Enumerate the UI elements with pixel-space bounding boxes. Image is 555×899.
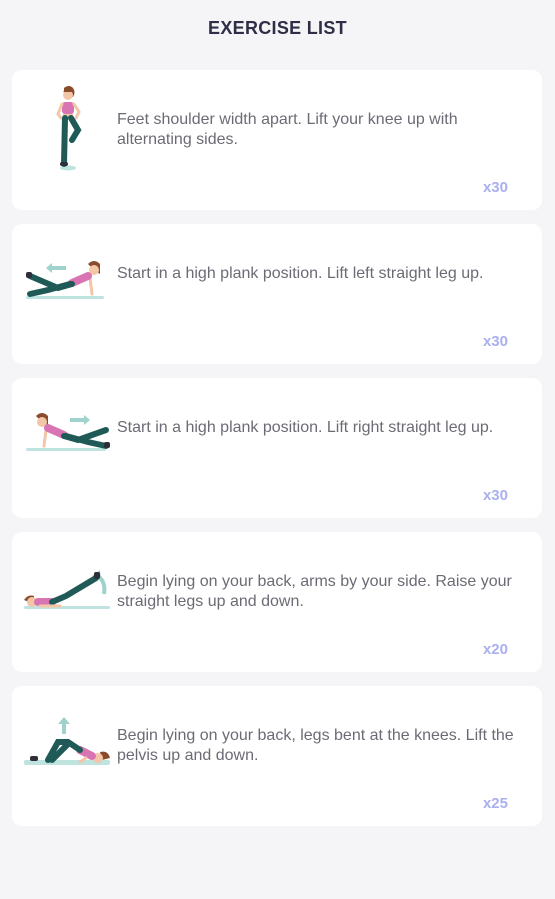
exercise-description: Start in a high plank position. Lift lef… xyxy=(117,265,484,282)
page-header: EXERCISE LIST xyxy=(0,0,555,56)
exercise-card[interactable]: Begin lying on your back, legs bent at t… xyxy=(12,686,542,826)
exercise-card[interactable]: Feet shoulder width apart. Lift your kne… xyxy=(12,70,542,210)
plank-left-leg-icon xyxy=(22,238,114,330)
exercise-list: Feet shoulder width apart. Lift your kne… xyxy=(0,70,555,826)
exercise-reps: x20 xyxy=(482,641,508,658)
exercise-card[interactable]: Begin lying on your back, arms by your s… xyxy=(12,532,542,672)
exercise-reps: x30 xyxy=(482,179,508,196)
high-knees-icon xyxy=(22,84,114,176)
plank-right-leg-icon xyxy=(22,392,114,484)
exercise-description: Begin lying on your back, arms by your s… xyxy=(117,573,512,610)
exercise-card[interactable]: Start in a high plank position. Lift lef… xyxy=(12,224,542,364)
exercise-reps: x30 xyxy=(482,333,508,350)
exercise-description: Start in a high plank position. Lift rig… xyxy=(117,419,494,436)
exercise-reps: x30 xyxy=(482,487,508,504)
exercise-description: Feet shoulder width apart. Lift your kne… xyxy=(117,111,458,148)
exercise-description: Begin lying on your back, legs bent at t… xyxy=(117,727,514,764)
glute-bridge-icon xyxy=(22,700,114,792)
leg-raise-icon xyxy=(22,546,114,638)
exercise-card[interactable]: Start in a high plank position. Lift rig… xyxy=(12,378,542,518)
exercise-reps: x25 xyxy=(482,795,508,812)
page-title: EXERCISE LIST xyxy=(208,17,347,38)
